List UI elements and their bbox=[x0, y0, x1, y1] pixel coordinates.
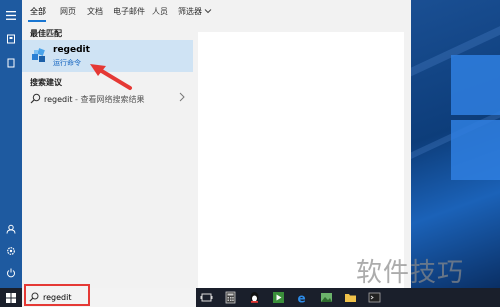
preview-pane bbox=[198, 32, 404, 288]
windows-start-icon[interactable] bbox=[0, 288, 22, 307]
search-icon bbox=[30, 93, 41, 104]
tab-people[interactable]: 人员 bbox=[152, 6, 168, 17]
media-player-icon[interactable] bbox=[272, 291, 285, 304]
start-left-rail bbox=[0, 0, 22, 288]
best-match-heading: 最佳匹配 bbox=[30, 29, 62, 38]
search-panel: 全部 网页 文档 电子邮件 人员 筛选器 最佳匹配 regedit 运行命令 搜… bbox=[22, 0, 411, 288]
tab-filters-label: 筛选器 bbox=[178, 7, 202, 16]
registry-editor-icon bbox=[32, 48, 45, 62]
file-explorer-icon[interactable] bbox=[344, 291, 357, 304]
taskbar-search-box[interactable]: regedit bbox=[22, 284, 196, 307]
tab-documents[interactable]: 文档 bbox=[87, 6, 103, 17]
tab-all[interactable]: 全部 bbox=[30, 6, 46, 17]
qq-penguin-icon[interactable] bbox=[248, 291, 261, 304]
tab-web[interactable]: 网页 bbox=[60, 6, 76, 17]
settings-gear-icon[interactable] bbox=[4, 244, 18, 258]
photos-icon[interactable] bbox=[320, 291, 333, 304]
user-icon[interactable] bbox=[4, 222, 18, 236]
svg-text:e: e bbox=[298, 292, 306, 305]
calculator-icon[interactable] bbox=[224, 291, 237, 304]
documents-icon[interactable] bbox=[4, 56, 18, 70]
active-tab-indicator bbox=[28, 20, 46, 22]
suggestion-text: regedit - 查看网络搜索结果 bbox=[44, 94, 144, 105]
tab-filters[interactable]: 筛选器 bbox=[178, 6, 212, 17]
best-match-name: regedit bbox=[53, 45, 90, 55]
terminal-icon[interactable] bbox=[368, 291, 381, 304]
suggestion-query: regedit bbox=[44, 95, 73, 104]
taskbar: regedit e bbox=[0, 284, 500, 307]
chevron-right-icon[interactable] bbox=[179, 92, 185, 105]
home-icon[interactable] bbox=[4, 32, 18, 46]
search-suggestions-heading: 搜索建议 bbox=[30, 78, 62, 87]
hamburger-menu-icon[interactable] bbox=[4, 8, 18, 22]
watermark-text: 软件技巧 bbox=[356, 258, 465, 288]
chevron-down-icon bbox=[204, 7, 212, 16]
power-icon[interactable] bbox=[4, 266, 18, 280]
tab-email[interactable]: 电子邮件 bbox=[113, 6, 145, 17]
annotation-highlight-box bbox=[24, 284, 90, 306]
task-view-icon[interactable] bbox=[200, 291, 213, 304]
suggestion-hint: - 查看网络搜索结果 bbox=[72, 95, 145, 104]
annotation-arrow bbox=[90, 64, 132, 90]
edge-icon[interactable]: e bbox=[296, 291, 309, 306]
search-filter-tabs: 全部 网页 文档 电子邮件 人员 筛选器 bbox=[22, 0, 411, 24]
best-match-subtitle: 运行命令 bbox=[53, 59, 81, 67]
desktop-background bbox=[411, 0, 500, 288]
